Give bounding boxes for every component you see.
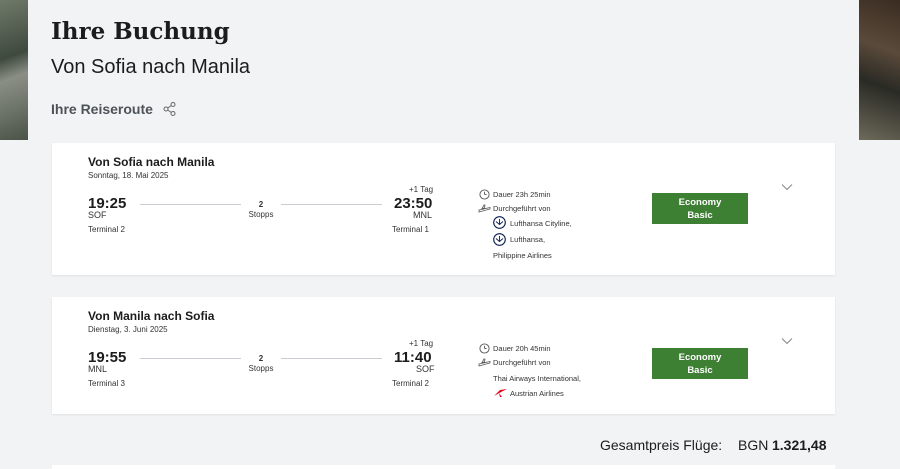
operated-by-label: Durchgeführt von	[493, 204, 551, 213]
austrian-logo-icon	[494, 389, 507, 397]
stops-label: Stopps	[248, 210, 274, 219]
plane-icon	[478, 204, 491, 213]
duration-text: Dauer 23h 25min	[493, 190, 551, 199]
duration-text: Dauer 20h 45min	[493, 344, 551, 353]
plus-day-label: +1 Tag	[409, 185, 434, 194]
lufthansa-logo-icon	[493, 233, 506, 246]
fare-label: Basic	[687, 364, 713, 376]
segment-date: Sonntag, 18. Mai 2025	[88, 171, 169, 180]
itinerary-label: Ihre Reiseroute	[51, 101, 153, 117]
fare-label: Basic	[687, 209, 713, 221]
departure-terminal: Terminal 2	[88, 225, 125, 234]
page-title: Ihre Buchung	[51, 18, 230, 45]
fare-label: Economy	[678, 196, 722, 208]
arrival-airport: MNL	[413, 210, 433, 220]
chevron-down-icon[interactable]	[781, 183, 793, 191]
plane-icon	[478, 358, 491, 367]
lufthansa-logo-icon	[493, 216, 506, 229]
background-photo-left	[0, 0, 28, 140]
chevron-down-icon[interactable]	[781, 337, 793, 345]
fare-label: Economy	[678, 351, 722, 363]
clock-icon	[479, 343, 490, 354]
stops-label: Stopps	[248, 364, 274, 373]
carrier-name: Lufthansa,	[510, 235, 546, 244]
arrival-terminal: Terminal 2	[392, 379, 429, 388]
segment-title: Von Manila nach Sofia	[88, 309, 215, 323]
flight-segment-card[interactable]: Von Manila nach Sofia Dienstag, 3. Juni …	[52, 297, 835, 414]
carrier-name: Philippine Airlines	[493, 251, 552, 260]
share-icon[interactable]	[162, 101, 178, 117]
clock-icon	[479, 189, 490, 200]
segment-title: Von Sofia nach Manila	[88, 155, 215, 169]
operated-by-label: Durchgeführt von	[493, 358, 551, 367]
departure-airport: MNL	[88, 364, 108, 374]
total-price-amount: 1.321,48	[772, 437, 827, 453]
arrival-airport: SOF	[416, 364, 435, 374]
departure-terminal: Terminal 3	[88, 379, 125, 388]
carrier-name: Austrian Airlines	[510, 389, 564, 398]
carrier-name: Lufthansa Cityline,	[510, 219, 572, 228]
segment-date: Dienstag, 3. Juni 2025	[88, 325, 168, 334]
flight-segment-card[interactable]: Von Sofia nach Manila Sonntag, 18. Mai 2…	[52, 143, 835, 275]
departure-airport: SOF	[88, 210, 107, 220]
carrier-name: Thai Airways International,	[493, 374, 581, 383]
next-section-edge	[52, 465, 835, 469]
fare-type-button[interactable]: Economy Basic	[652, 348, 748, 379]
plus-day-label: +1 Tag	[409, 339, 434, 348]
background-photo-right	[859, 0, 900, 140]
total-price-currency: BGN	[738, 437, 769, 453]
arrival-terminal: Terminal 1	[392, 225, 429, 234]
stops-count: 2	[241, 200, 281, 209]
page-subtitle: Von Sofia nach Manila	[51, 56, 251, 78]
stops-count: 2	[241, 354, 281, 363]
fare-type-button[interactable]: Economy Basic	[652, 193, 748, 224]
total-price-label: Gesamtpreis Flüge:	[600, 437, 723, 453]
